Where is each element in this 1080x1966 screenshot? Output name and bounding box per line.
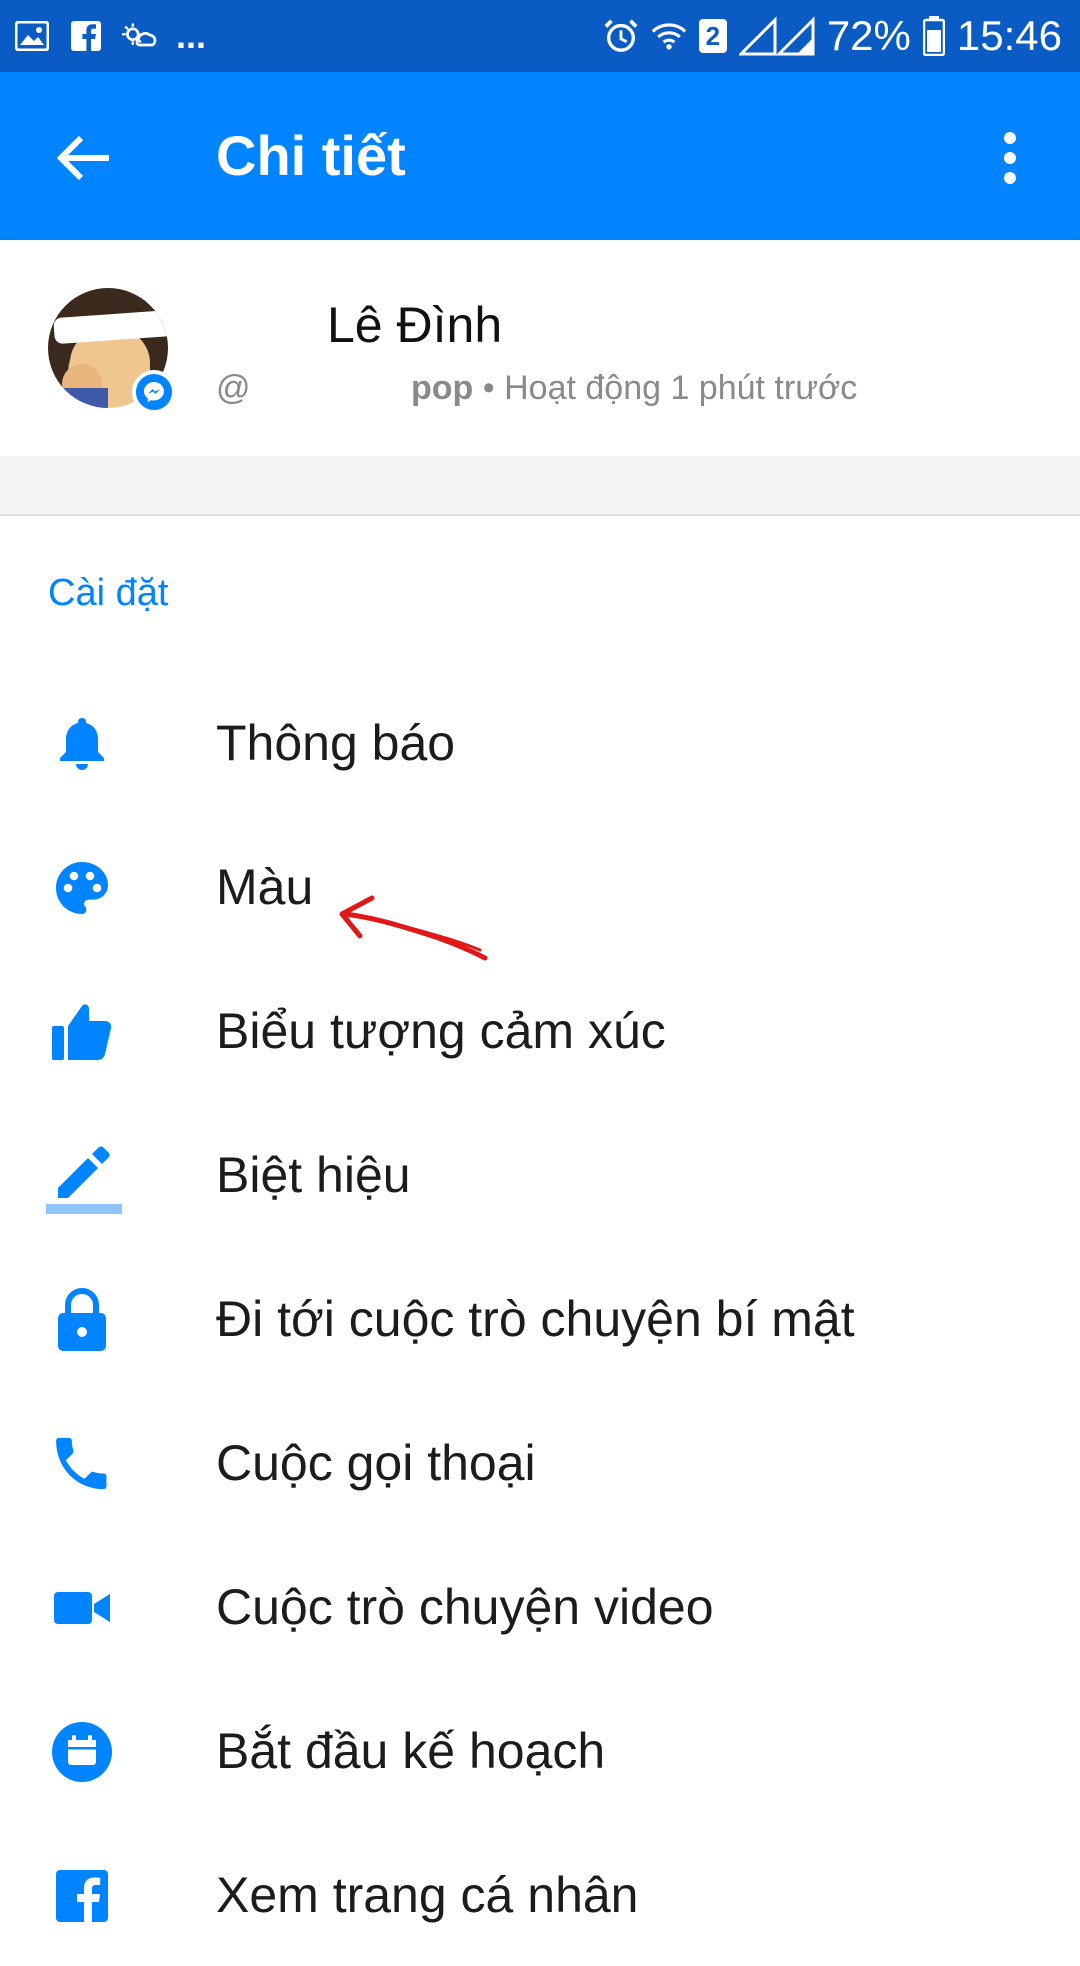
signal-icon — [738, 16, 815, 56]
settings-section-title: Cài đặt — [48, 572, 169, 614]
menu-item-emoji[interactable]: Biểu tượng cảm xúc — [0, 958, 1080, 1102]
page-title: Chi tiết — [216, 124, 406, 187]
profile-subtitle: pop • Hoạt động 1 phút trước — [411, 366, 857, 410]
profile-name: Lê Đình — [327, 297, 503, 353]
alarm-icon — [603, 18, 639, 54]
menu-label: Đi tới cuộc trò chuyện bí mật — [216, 1291, 855, 1347]
menu-item-start-plan[interactable]: Bắt đầu kế hoạch — [0, 1678, 1080, 1822]
menu-label: Cuộc trò chuyện video — [216, 1579, 714, 1635]
menu-item-color[interactable]: Màu — [0, 814, 1080, 958]
menu-label: Xem trang cá nhân — [216, 1867, 639, 1923]
menu-item-nickname[interactable]: Biệt hiệu — [0, 1102, 1080, 1246]
status-bar: ... 2 72% 15:46 — [0, 0, 1080, 72]
pencil-icon — [44, 1138, 124, 1214]
profile-handle-prefix: @ — [216, 369, 251, 407]
facebook-icon — [68, 18, 104, 54]
menu-item-view-profile[interactable]: Xem trang cá nhân — [0, 1822, 1080, 1966]
menu-item-secret-conversation[interactable]: Đi tới cuộc trò chuyện bí mật — [0, 1246, 1080, 1390]
thumbs-up-icon — [44, 994, 120, 1070]
profile-username: pop — [411, 369, 474, 407]
sim-badge: 2 — [698, 19, 727, 53]
back-button[interactable] — [44, 118, 124, 198]
menu-label: Thông báo — [216, 715, 456, 771]
avatar-censor-bar — [53, 309, 168, 345]
wifi-icon — [651, 18, 687, 54]
arrow-left-icon — [57, 135, 109, 181]
menu-label: Cuộc gọi thoại — [216, 1435, 536, 1491]
facebook-icon — [44, 1858, 120, 1934]
lock-icon — [44, 1282, 120, 1358]
status-left-icons: ... — [14, 16, 206, 56]
phone-icon — [44, 1426, 120, 1502]
profile-active-status: • Hoạt động 1 phút trước — [473, 369, 858, 407]
profile-header[interactable]: Lê Đình @ pop • Hoạt động 1 phút trước — [0, 240, 1080, 456]
calendar-icon — [44, 1714, 120, 1790]
battery-percent: 72% — [826, 12, 911, 59]
avatar-collar — [48, 388, 108, 408]
app-bar: Chi tiết — [0, 72, 1080, 240]
status-time: 15:46 — [956, 12, 1062, 59]
video-icon — [44, 1570, 120, 1646]
menu-item-video-chat[interactable]: Cuộc trò chuyện video — [0, 1534, 1080, 1678]
battery-icon — [922, 16, 945, 56]
image-icon — [14, 18, 50, 54]
more-options-button[interactable] — [970, 118, 1050, 198]
section-divider — [0, 456, 1080, 516]
menu-label: Biệt hiệu — [216, 1147, 411, 1203]
annotation-arrow — [339, 895, 488, 961]
status-overflow: ... — [176, 15, 207, 56]
menu-label: Biểu tượng cảm xúc — [216, 1003, 666, 1059]
settings-list: Thông báo Màu Biểu tượng cảm xúc Biệt hi… — [0, 670, 1080, 1966]
more-vert-icon — [1004, 132, 1016, 184]
messenger-badge-icon — [132, 370, 176, 414]
status-right-icons: 2 72% 15:46 — [603, 10, 1062, 62]
menu-item-notifications[interactable]: Thông báo — [0, 670, 1080, 814]
weather-icon — [122, 18, 158, 54]
menu-label: Bắt đầu kế hoạch — [216, 1723, 606, 1779]
menu-item-voice-call[interactable]: Cuộc gọi thoại — [0, 1390, 1080, 1534]
menu-label: Màu — [216, 859, 314, 915]
palette-icon — [44, 850, 120, 926]
bell-icon — [44, 706, 120, 782]
